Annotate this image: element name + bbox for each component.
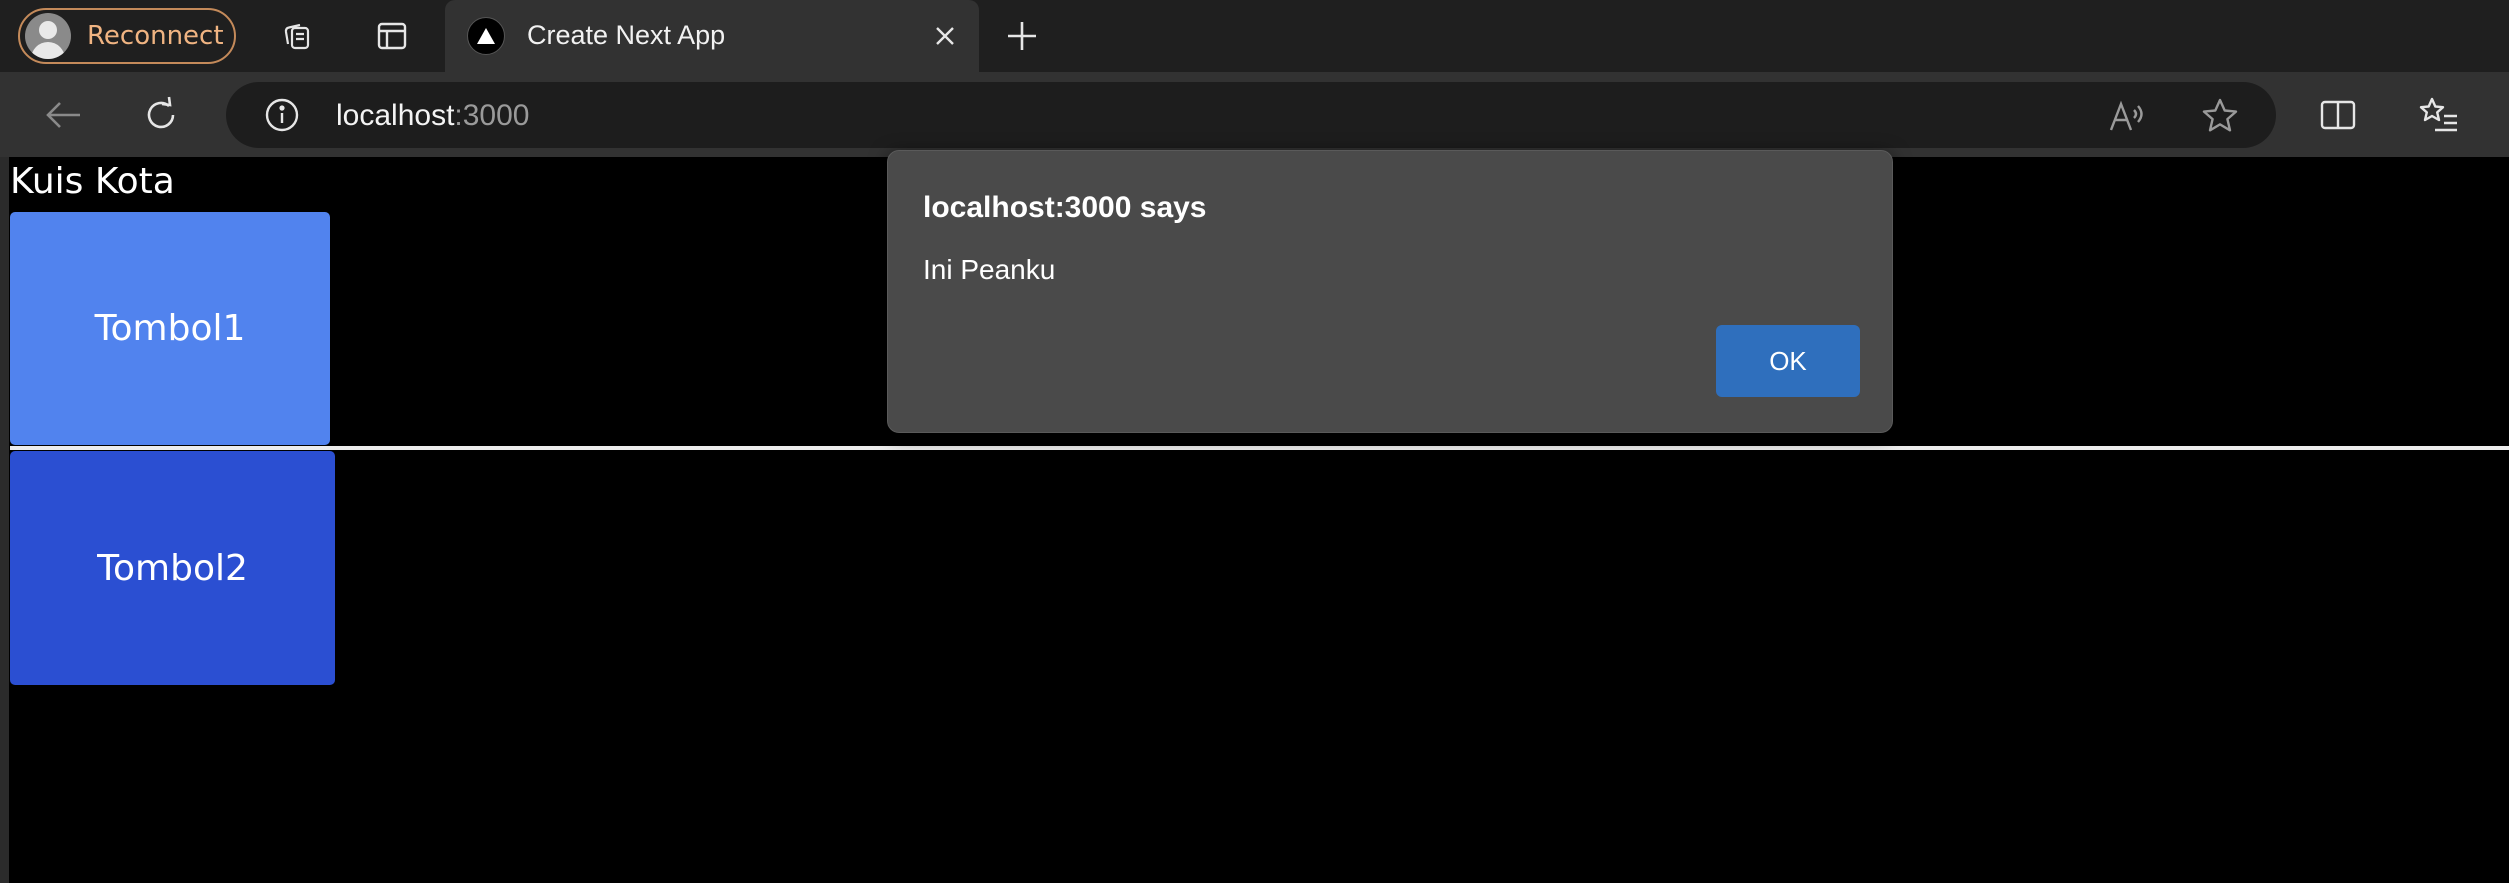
star-icon[interactable]	[2198, 94, 2242, 138]
browser-toolbar: localhost:3000	[0, 72, 2509, 157]
profile-label: Reconnect	[87, 21, 224, 51]
url-text[interactable]: localhost:3000	[336, 99, 529, 133]
scroll-edge	[0, 157, 9, 883]
tombol1-button[interactable]: Tombol1	[10, 212, 330, 445]
tab-create-next-app[interactable]: Create Next App	[445, 0, 979, 72]
address-bar[interactable]: localhost:3000	[226, 82, 2276, 148]
favorites-list-icon[interactable]	[2416, 92, 2462, 138]
collections-icon[interactable]	[276, 14, 320, 58]
url-port: :3000	[454, 99, 530, 132]
read-aloud-icon[interactable]	[2106, 94, 2150, 138]
tombol2-button[interactable]: Tombol2	[10, 451, 335, 685]
ok-button[interactable]: OK	[1716, 325, 1860, 397]
alert-title: localhost:3000 says	[923, 191, 1207, 224]
info-icon[interactable]	[262, 95, 302, 135]
back-arrow-icon[interactable]	[40, 92, 86, 138]
tab-strip: Reconnect Create Next App	[0, 0, 2509, 72]
profile-button[interactable]: Reconnect	[18, 8, 236, 64]
tab-title: Create Next App	[527, 20, 726, 50]
alert-message: Ini Peanku	[923, 254, 1056, 285]
tab-actions-icon[interactable]	[370, 14, 414, 58]
close-icon[interactable]	[927, 18, 963, 54]
alert-dialog: localhost:3000 says Ini Peanku OK	[887, 150, 1893, 433]
avatar-icon	[25, 13, 71, 59]
split-screen-icon[interactable]	[2315, 92, 2361, 138]
divider	[10, 446, 2509, 450]
url-host: localhost	[336, 99, 455, 132]
nextjs-triangle-icon	[467, 17, 505, 55]
plus-icon[interactable]	[1000, 14, 1044, 58]
refresh-icon[interactable]	[138, 92, 184, 138]
page-title: Kuis Kota	[10, 161, 175, 202]
